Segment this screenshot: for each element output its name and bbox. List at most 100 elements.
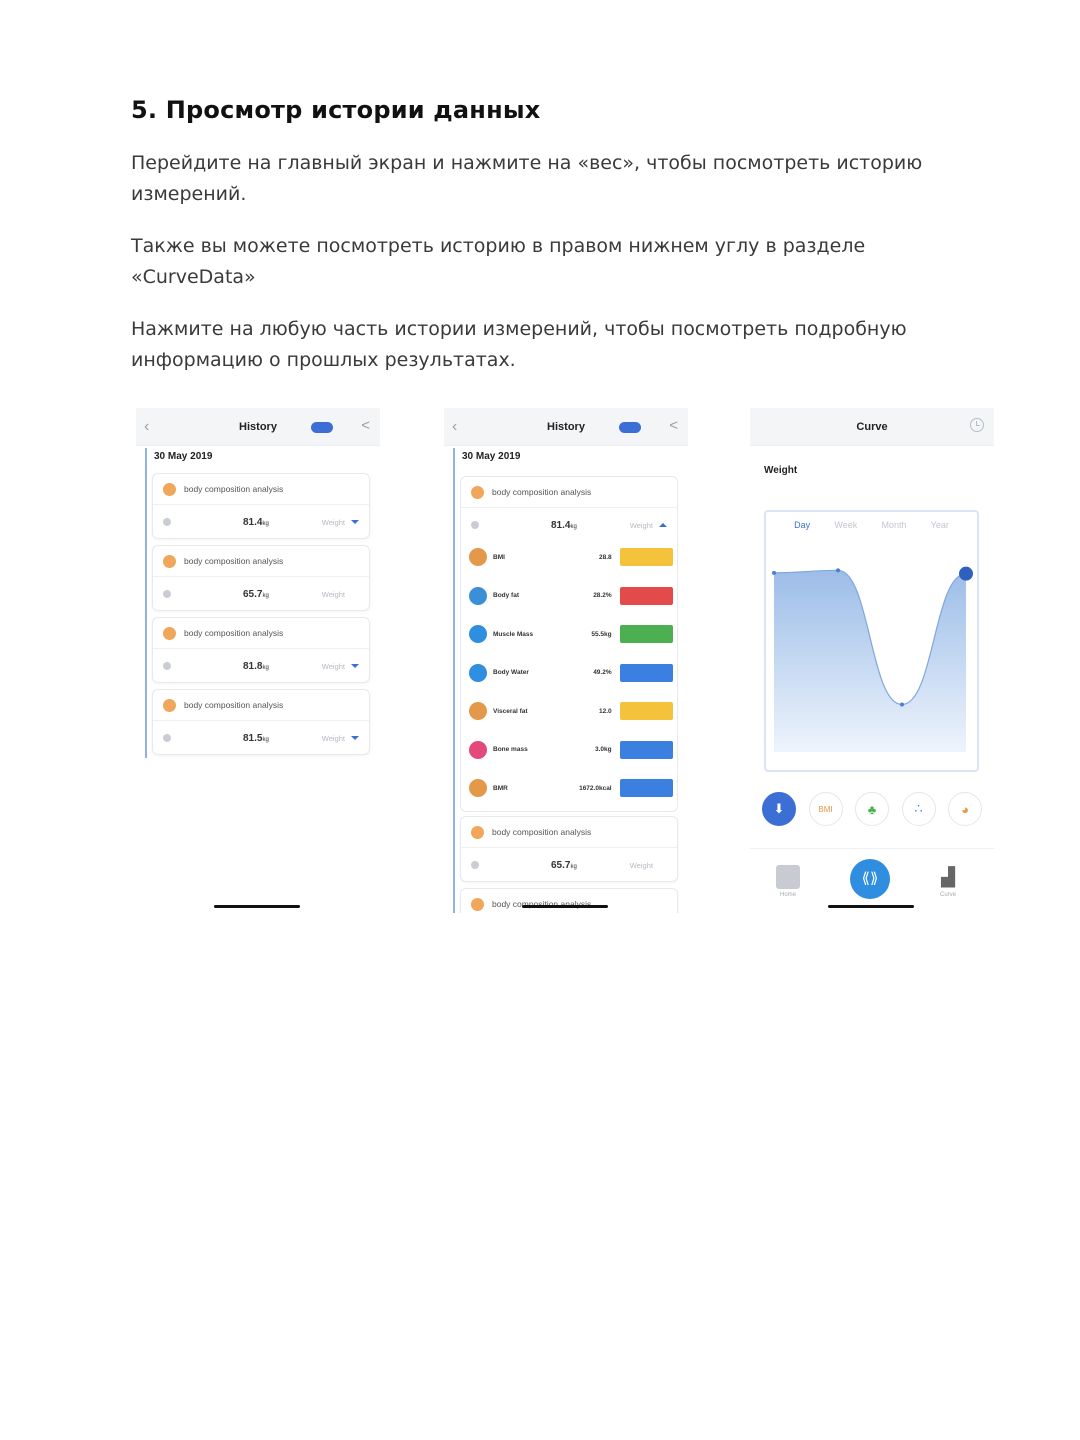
expanded-record-card[interactable]: body composition analysis 81.4kg Weight B…	[460, 476, 678, 812]
history-card[interactable]: body composition analysis 65.7kg Weight	[152, 545, 370, 611]
tab-home[interactable]: Home	[776, 865, 800, 898]
metric-icons: ⬇ BMI ♣ ∴ ◕	[762, 792, 982, 826]
card-label: body composition analysis	[184, 700, 284, 710]
chevron-down-icon[interactable]	[351, 520, 359, 524]
history-card[interactable]: body composition analysis	[460, 888, 678, 913]
metric-name: Bone mass	[493, 746, 528, 753]
clock-icon	[163, 590, 171, 598]
metric-row[interactable]: Visceral fat 12.0	[469, 701, 673, 721]
analysis-icon	[163, 626, 176, 640]
metric-value: 3.0kg	[595, 746, 612, 753]
weight-value: 81.4	[243, 516, 263, 528]
footprint-icon: ⟪⟫	[850, 859, 890, 899]
clock-icon	[163, 518, 171, 526]
tab-measure[interactable]: ⟪⟫	[850, 859, 890, 899]
data-point[interactable]	[959, 566, 973, 581]
clock-icon	[471, 861, 479, 869]
metric-row[interactable]: BMR 1672.0kcal	[469, 778, 673, 798]
chevron-down-icon[interactable]	[351, 664, 359, 668]
screen-title: Curve	[856, 421, 888, 433]
metric-status-badge	[619, 548, 673, 566]
metric-value: 1672.0kcal	[579, 784, 612, 792]
metric-name: Body fat	[493, 592, 519, 599]
share-icon[interactable]: <	[669, 417, 678, 434]
timeline-line	[145, 448, 147, 758]
weight-unit: kg	[570, 523, 577, 530]
card-label: body composition analysis	[492, 827, 592, 837]
weight-unit: kg	[262, 664, 269, 671]
toggle-pill-icon[interactable]	[311, 422, 333, 433]
metric-status-badge	[619, 740, 673, 759]
metric-icon	[469, 625, 487, 643]
metric-value: 12.0	[598, 707, 612, 715]
metric-value: 28.8	[598, 553, 612, 561]
analysis-icon	[163, 698, 176, 712]
metric-row[interactable]: Body Water 49.2%	[469, 663, 673, 683]
weight-unit: kg	[262, 736, 269, 743]
nav-bar: ‹ History <	[444, 408, 688, 446]
metric-icon	[469, 548, 487, 566]
analysis-icon	[471, 485, 484, 499]
date-label: 30 May 2019	[462, 451, 521, 462]
weight-unit: kg	[262, 520, 269, 527]
history-card[interactable]: body composition analysis 81.4kg Weight	[152, 473, 370, 539]
metric-value: 28.2%	[593, 592, 612, 599]
share-icon[interactable]: <	[361, 417, 370, 434]
metric-label: Weight	[764, 465, 798, 476]
nav-bar: Curve	[750, 408, 994, 446]
history-card[interactable]: body composition analysis 81.8kg Weight	[152, 617, 370, 683]
history-card[interactable]: body composition analysis 81.5kg Weight	[152, 689, 370, 755]
card-label: body composition analysis	[492, 487, 592, 497]
chevron-down-icon[interactable]	[351, 736, 359, 740]
data-point[interactable]	[772, 570, 776, 575]
water-icon[interactable]: ∴	[901, 792, 936, 826]
metric-row[interactable]: BMI 28.8	[469, 547, 673, 567]
weight-label: Weight	[321, 589, 345, 599]
home-indicator	[214, 905, 300, 908]
toggle-pill-icon[interactable]	[619, 422, 641, 433]
card-label: body composition analysis	[184, 556, 284, 566]
section-heading: 5. Просмотр истории данных	[131, 96, 541, 124]
bottom-tab-bar: Home ⟪⟫ ▟ Curve	[750, 848, 994, 913]
clock-icon	[163, 734, 171, 742]
history-detail-screen: ‹ History < 30 May 2019 body composition…	[444, 408, 688, 913]
home-icon	[776, 865, 800, 889]
weight-value: 65.7	[243, 588, 263, 600]
weight-value: 65.7	[551, 859, 571, 871]
metric-icon	[469, 586, 487, 605]
weight-icon[interactable]: ⬇	[762, 792, 796, 826]
metric-row[interactable]: Bone mass 3.0kg	[469, 740, 673, 760]
muscle-icon[interactable]: ♣	[855, 792, 889, 826]
chevron-up-icon[interactable]	[659, 523, 667, 527]
metric-row[interactable]: Body fat 28.2%	[469, 586, 673, 606]
timeline-line	[453, 448, 455, 913]
fat-icon[interactable]: ◕	[948, 792, 982, 826]
weight-label: Weight	[321, 517, 345, 527]
data-point[interactable]	[836, 568, 840, 573]
metric-name: BMI	[493, 553, 505, 561]
data-point[interactable]	[900, 702, 904, 707]
history-card[interactable]: body composition analysis 65.7kg Weight	[460, 816, 678, 882]
metric-status-badge	[619, 663, 673, 682]
tab-curve[interactable]: ▟ Curve	[936, 865, 960, 898]
paragraph-1: Перейдите на главный экран и нажмите на …	[131, 152, 923, 205]
metric-row[interactable]: Muscle Mass 55.5kg	[469, 624, 673, 644]
history-screen: ‹ History < 30 May 2019 body composition…	[136, 408, 380, 913]
analysis-icon	[471, 825, 484, 839]
chart-icon: ▟	[941, 867, 955, 887]
metric-name: Body Water	[493, 669, 529, 676]
card-label: body composition analysis	[184, 628, 284, 638]
analysis-icon	[163, 554, 176, 568]
metric-icon	[469, 663, 487, 682]
weight-label: Weight	[321, 733, 345, 743]
clock-icon	[163, 662, 171, 670]
weight-unit: kg	[262, 592, 269, 599]
home-indicator	[828, 905, 914, 908]
tab-curve-label: Curve	[939, 892, 956, 898]
weight-label: Weight	[321, 661, 345, 671]
metric-status-badge	[619, 702, 673, 720]
history-clock-icon[interactable]	[970, 418, 984, 432]
screen-title: History	[547, 421, 585, 433]
bmi-icon[interactable]: BMI	[808, 792, 843, 826]
weight-label: Weight	[629, 520, 653, 530]
